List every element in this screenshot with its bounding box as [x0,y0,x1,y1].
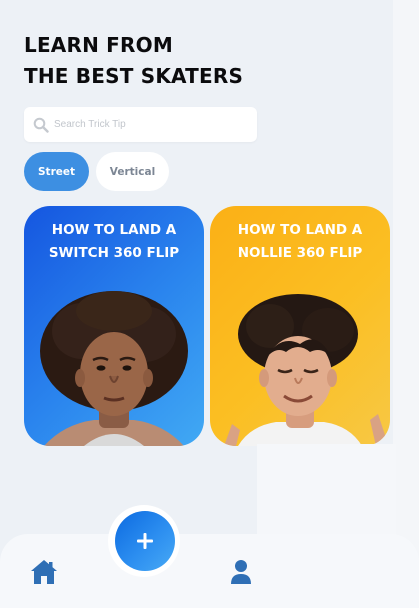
user-icon[interactable] [230,559,252,585]
background-strip [393,0,419,608]
home-icon[interactable] [30,559,58,585]
trick-card-title: HOW TO LAND A SWITCH 360 FLIP [48,222,180,261]
page-title: LEARN FROM THE BEST SKATERS [24,30,243,92]
search-input[interactable] [54,119,244,130]
blank-panel [257,444,396,544]
filter-chip-vertical[interactable]: Vertical [96,152,169,191]
page-title-line-2: THE BEST SKATERS [24,64,244,88]
trick-card-title: HOW TO LAND A NOLLIE 360 FLIP [237,222,363,261]
filter-chip-label: Vertical [109,165,156,178]
filter-chip-label: Street [37,165,76,178]
bottom-navigation-bar [0,534,419,608]
plus-icon [137,533,153,549]
search-bar[interactable] [24,107,257,142]
filter-chip-street[interactable]: Street [24,152,89,191]
trick-card-nollie-360-flip[interactable]: HOW TO LAND A NOLLIE 360 FLIP [210,206,390,446]
search-icon [33,117,49,133]
page-title-line-1: LEARN FROM [24,33,173,57]
skater-portrait-image [40,291,188,446]
skater-portrait-image [224,294,386,446]
add-button[interactable] [115,511,175,571]
trick-card-switch-360-flip[interactable]: HOW TO LAND A SWITCH 360 FLIP [24,206,204,446]
